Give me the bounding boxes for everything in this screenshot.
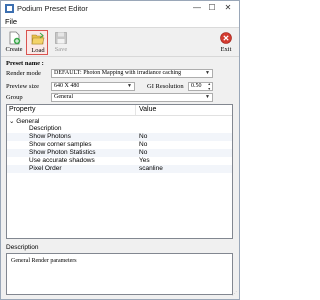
toolbar-divider — [1, 56, 239, 57]
property-name: Show corner samples — [29, 141, 92, 148]
property-row[interactable]: Use accurate shadows Yes — [7, 157, 232, 165]
menu-bar: File — [1, 16, 239, 28]
maximize-button[interactable]: ☐ — [206, 3, 218, 12]
property-name: Pixel Order — [29, 165, 62, 172]
preview-size-value: 640 X 480 — [54, 83, 80, 89]
property-row[interactable]: Show Photon Statistics No — [7, 149, 232, 157]
group-value: General — [54, 94, 73, 100]
property-value[interactable]: No — [139, 141, 147, 148]
exit-icon — [220, 32, 232, 44]
preset-name-label: Preset name : — [6, 60, 44, 67]
property-value[interactable]: scanline — [139, 165, 163, 172]
gi-resolution-label: GI Resolution — [147, 83, 184, 90]
property-name: Description — [29, 125, 62, 132]
property-value[interactable]: No — [139, 149, 147, 156]
property-row[interactable]: Show corner samples No — [7, 141, 232, 149]
create-label: Create — [5, 46, 23, 53]
load-label: Load — [31, 47, 45, 54]
group-label: Group — [6, 94, 23, 101]
resize-grip-icon[interactable]: ⋰ — [232, 291, 237, 297]
property-name: Use accurate shadows — [29, 157, 95, 164]
column-divider[interactable] — [135, 105, 136, 115]
property-column-header[interactable]: Property — [9, 106, 35, 113]
property-value[interactable]: Yes — [139, 157, 150, 164]
chevron-down-icon: ▼ — [127, 83, 132, 89]
toolbar: Create Load Save Exit — [1, 29, 239, 56]
category-row[interactable]: ⌄ General — [7, 117, 232, 125]
load-button[interactable]: Load — [26, 30, 48, 55]
exit-button[interactable]: Exit — [215, 30, 237, 55]
floppy-disk-icon — [55, 32, 67, 44]
property-row[interactable]: Description — [7, 125, 232, 133]
preview-size-label: Preview size — [6, 83, 40, 90]
chevron-down-icon: ▼ — [205, 70, 210, 76]
property-row[interactable]: Show Photons No — [7, 133, 232, 141]
preview-size-select[interactable]: 640 X 480 ▼ — [51, 82, 135, 91]
category-label: ⌄ General — [9, 117, 39, 125]
group-select[interactable]: General ▼ — [51, 93, 213, 102]
spinner-arrows-icon[interactable]: ▲ ▼ — [208, 82, 211, 91]
gi-resolution-stepper[interactable]: 0.50 ▲ ▼ — [188, 82, 213, 91]
description-label: Description — [6, 244, 39, 251]
render-mode-value: DEFAULT: Photon Mapping with irradiance … — [54, 70, 182, 76]
render-mode-label: Render mode — [6, 70, 41, 77]
open-folder-icon — [31, 32, 45, 45]
save-button[interactable]: Save — [50, 30, 72, 55]
new-document-icon — [9, 31, 21, 45]
minimize-button[interactable]: — — [191, 3, 203, 12]
exit-label: Exit — [220, 46, 232, 53]
description-box: General Render parameters — [6, 253, 233, 295]
value-column-header[interactable]: Value — [139, 106, 156, 113]
window-title: Podium Preset Editor — [17, 4, 88, 13]
chevron-down-icon: ▼ — [205, 94, 210, 100]
app-icon — [5, 4, 14, 13]
category-name: General — [16, 118, 40, 125]
gi-resolution-value: 0.50 — [191, 83, 202, 89]
title-bar: Podium Preset Editor — ☐ ✕ — [1, 1, 239, 16]
chevron-down-icon[interactable]: ⌄ — [9, 118, 14, 125]
property-value[interactable]: No — [139, 133, 147, 140]
property-name: Show Photon Statistics — [29, 149, 96, 156]
property-grid-header: Property Value — [7, 105, 232, 116]
description-text: General Render parameters — [11, 258, 77, 264]
property-name: Show Photons — [29, 133, 71, 140]
menu-file[interactable]: File — [5, 17, 17, 26]
property-row[interactable]: Pixel Order scanline — [7, 165, 232, 173]
create-button[interactable]: Create — [3, 30, 25, 55]
app-window: Podium Preset Editor — ☐ ✕ File Create L… — [0, 0, 240, 300]
property-grid[interactable]: Property Value ⌄ General Description Sho… — [6, 104, 233, 239]
close-button[interactable]: ✕ — [222, 3, 234, 12]
render-mode-select[interactable]: DEFAULT: Photon Mapping with irradiance … — [51, 69, 213, 78]
save-label: Save — [54, 46, 68, 53]
